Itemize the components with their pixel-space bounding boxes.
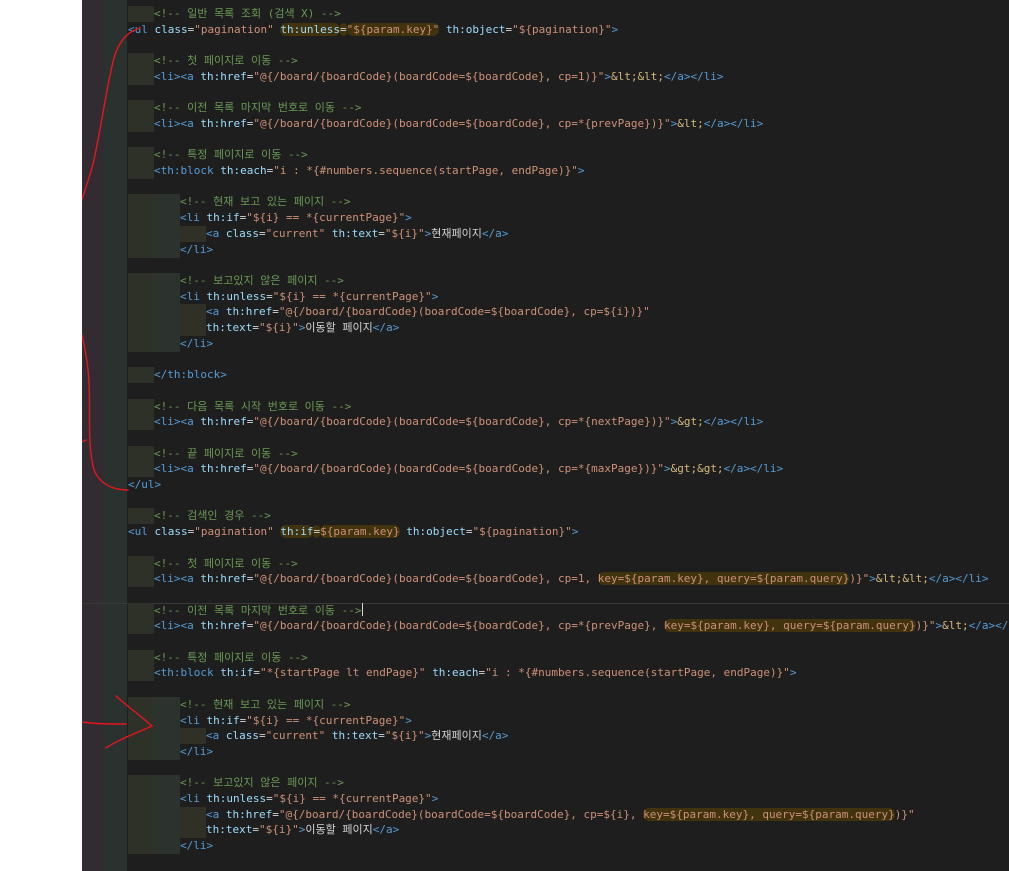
annotation-arrows [82, 27, 154, 749]
code-editor[interactable]: <!-- 일반 목록 조회 (검색 X) --> <ul class="pagin… [82, 0, 1009, 871]
annotation-arrow [105, 695, 154, 749]
annotation-arrow [82, 27, 141, 491]
